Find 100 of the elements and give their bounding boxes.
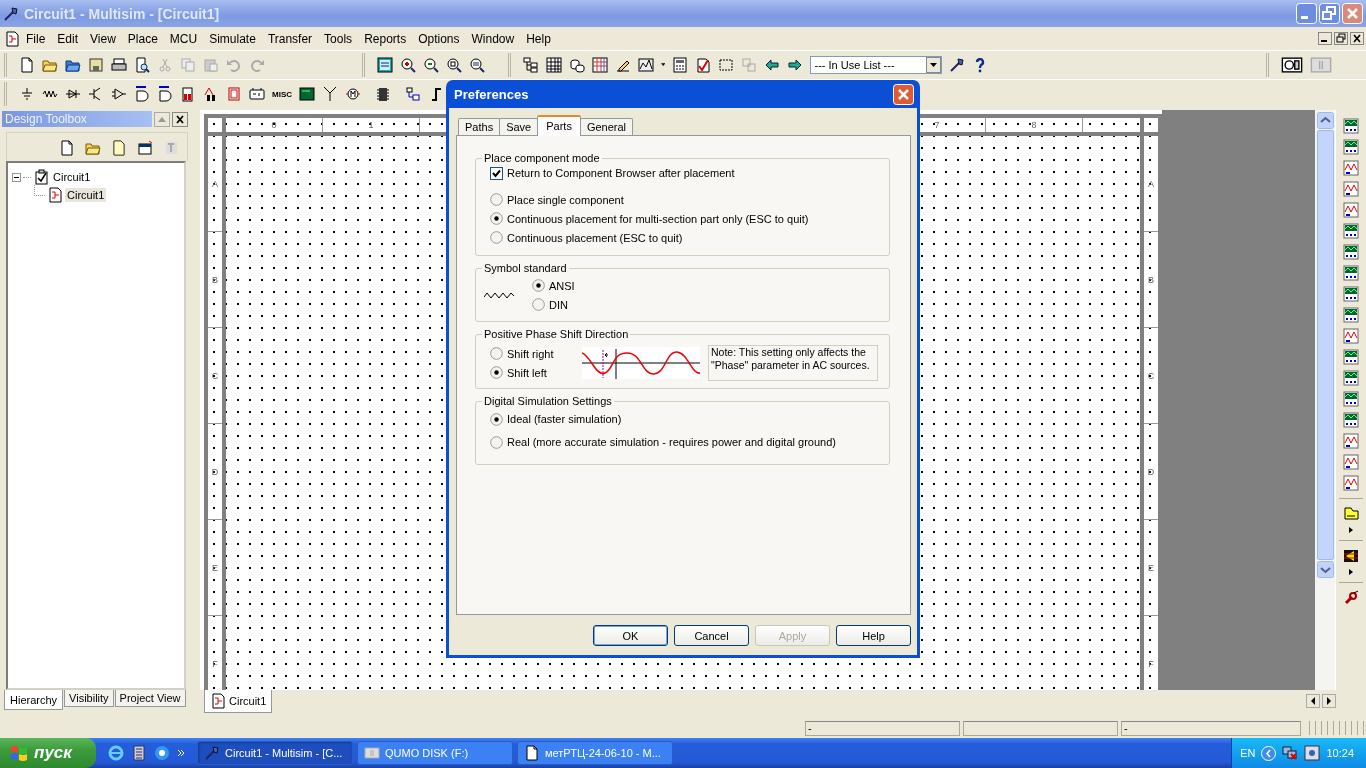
panel-tab[interactable]: Hierarchy (4, 690, 64, 710)
instrument-icon[interactable] (1343, 286, 1359, 302)
instrument-icon[interactable] (1343, 433, 1359, 449)
radio-button[interactable] (490, 212, 503, 225)
taskbar-button[interactable]: метРТЦ-24-06-10 - M... (517, 741, 673, 765)
radio-label[interactable]: Place single component (507, 193, 624, 206)
graph-icon[interactable] (638, 57, 654, 73)
tray-app-icon[interactable] (1304, 745, 1321, 761)
radio-label[interactable]: Shift right (507, 347, 554, 360)
menu-item[interactable]: Reports (358, 31, 413, 46)
sheet-icon[interactable] (377, 57, 393, 73)
radio-label[interactable]: Continuous placement for multi-section part only (ESC to quit) (507, 212, 809, 225)
browser-icon[interactable] (108, 745, 124, 761)
caret-icon[interactable] (661, 63, 666, 67)
chip-icon[interactable] (375, 86, 391, 102)
chevron-icon[interactable] (177, 749, 185, 757)
menu-item[interactable]: File (20, 31, 52, 46)
checkbox[interactable] (490, 166, 503, 180)
instrument-icon[interactable] (1343, 307, 1359, 323)
instrument-icon[interactable] (1343, 412, 1359, 428)
right-arrow-icon[interactable] (787, 57, 804, 73)
battery-icon[interactable] (249, 86, 265, 102)
sheet-tab[interactable]: Circuit1 (204, 690, 273, 713)
radio-button[interactable] (490, 193, 503, 206)
table-icon[interactable] (592, 57, 608, 73)
radio-label[interactable]: Ideal (faster simulation) (507, 413, 622, 425)
tab[interactable]: Parts (537, 115, 581, 136)
menu-item[interactable]: Transfer (261, 31, 319, 46)
dashed-rectangle-icon[interactable] (718, 57, 735, 73)
close-button[interactable] (1350, 32, 1364, 45)
radio-label[interactable]: DIN (549, 298, 568, 311)
window-icon[interactable] (137, 140, 153, 156)
hierarchy-icon[interactable] (523, 57, 539, 73)
amplifier-icon[interactable] (111, 86, 127, 102)
radio-label[interactable]: ANSI (549, 279, 575, 292)
calculator-icon[interactable] (672, 57, 689, 73)
radio-button[interactable] (490, 347, 503, 360)
caret-icon[interactable] (1349, 569, 1353, 575)
tab[interactable]: Paths (458, 118, 501, 135)
clipboard-check-icon[interactable] (33, 169, 49, 185)
instrument-icon[interactable] (1343, 223, 1359, 239)
scroll-right-button[interactable] (1322, 694, 1336, 708)
radio-button[interactable] (532, 298, 545, 311)
radio-label[interactable]: Continuous placement (ESC to quit) (507, 231, 683, 244)
dialog-button[interactable]: Cancel (674, 625, 749, 646)
radio-button[interactable] (490, 435, 503, 449)
radio-label[interactable]: Shift left (507, 366, 547, 379)
dialog-button[interactable]: OK (593, 625, 668, 646)
panel-tab[interactable]: Visibility (64, 690, 114, 707)
hierarchy-block-icon[interactable] (405, 86, 421, 102)
radio-button[interactable] (490, 412, 503, 426)
menu-item[interactable]: Help (520, 31, 557, 46)
instrument-icon[interactable] (1343, 454, 1359, 470)
chevron-left-icon[interactable] (1261, 745, 1277, 761)
tab[interactable]: Save (499, 118, 539, 135)
ground-icon[interactable] (19, 86, 35, 102)
calculator-icon[interactable] (131, 745, 147, 761)
radio-button[interactable] (490, 231, 503, 244)
left-arrow-icon[interactable] (764, 57, 781, 73)
misc-parts-button[interactable]: MISC (272, 89, 292, 99)
schematic-icon[interactable] (47, 187, 63, 203)
instrument-icon[interactable] (1343, 202, 1359, 218)
antenna-icon[interactable] (322, 86, 338, 102)
menu-item[interactable]: View (84, 31, 122, 46)
print-preview-icon[interactable] (134, 57, 150, 73)
scroll-thumb[interactable] (1316, 130, 1334, 560)
taskbar-button[interactable]: Circuit1 - Multisim - [C... (197, 741, 353, 765)
checklist-icon[interactable] (695, 57, 712, 73)
instrument-icon[interactable] (1343, 160, 1359, 176)
digital-icon[interactable] (180, 86, 196, 102)
start-button[interactable]: пуск (0, 738, 96, 768)
radio-button[interactable] (532, 279, 545, 292)
media-icon[interactable] (154, 745, 170, 761)
save-icon[interactable] (111, 140, 127, 156)
menu-item[interactable]: Place (121, 31, 164, 46)
menu-item[interactable]: Window (465, 31, 521, 46)
instrument-icon[interactable] (1343, 328, 1359, 344)
menu-item[interactable]: Tools (318, 31, 359, 46)
open-folder-icon[interactable] (85, 140, 101, 156)
wand-icon[interactable] (949, 57, 965, 73)
instrument-icon[interactable] (1343, 349, 1359, 365)
open-folder-icon[interactable] (42, 57, 58, 73)
motor-icon[interactable] (345, 86, 361, 102)
probe-icon[interactable] (1343, 590, 1359, 606)
vertical-scrollbar[interactable] (1315, 110, 1335, 690)
monitor-icon[interactable] (299, 86, 315, 102)
print-icon[interactable] (111, 57, 127, 73)
probe-icon[interactable] (1343, 506, 1359, 522)
instrument-icon[interactable] (1343, 391, 1359, 407)
instrument-icon[interactable] (1343, 475, 1359, 491)
close-button[interactable] (172, 111, 188, 127)
minimize-button[interactable] (1318, 32, 1332, 45)
new-file-icon[interactable] (19, 57, 35, 73)
taskbar-button[interactable]: QUMO DISK (F:) (357, 741, 513, 765)
collapse-icon[interactable] (12, 172, 21, 182)
scroll-left-button[interactable] (1306, 694, 1320, 708)
scroll-up-button[interactable] (1316, 112, 1334, 129)
diode-icon[interactable] (65, 86, 81, 102)
tree-item[interactable]: Circuit1 (65, 188, 107, 202)
tree-item[interactable]: Circuit1 (51, 170, 93, 184)
